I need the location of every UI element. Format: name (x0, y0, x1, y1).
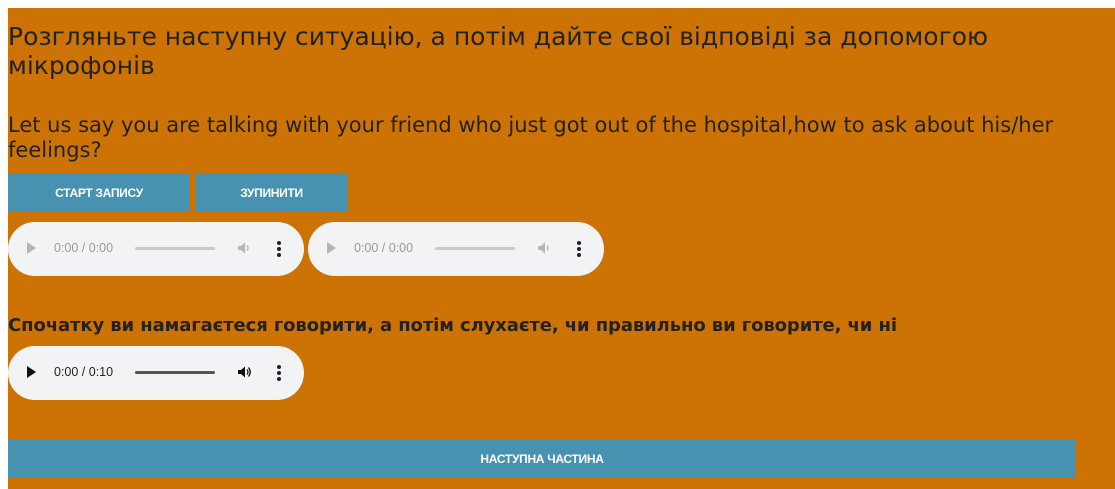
play-icon[interactable] (27, 366, 36, 378)
stop-recording-button[interactable]: ЗУПИНИТИ (195, 173, 348, 212)
audio-progress-slider[interactable] (135, 247, 215, 250)
instruction-text: Спочатку ви намагаєтеся говорити, а поті… (8, 315, 897, 336)
audio-time: 0:00 / 0:00 (54, 241, 114, 255)
situation-question: Let us say you are talking with your fri… (8, 113, 1054, 162)
audio-progress-slider[interactable] (135, 371, 215, 374)
sample-audio-player[interactable]: 0:00 / 0:10 (8, 346, 304, 400)
volume-icon[interactable] (237, 241, 251, 255)
volume-icon[interactable] (537, 241, 551, 255)
more-options-icon[interactable] (576, 241, 582, 257)
volume-icon[interactable] (237, 365, 251, 379)
audio-progress-slider[interactable] (435, 247, 515, 250)
more-options-icon[interactable] (276, 365, 282, 381)
start-recording-button[interactable]: СТАРТ ЗАПИСУ (8, 173, 190, 212)
play-icon[interactable] (27, 242, 36, 254)
play-icon[interactable] (327, 242, 336, 254)
next-part-button[interactable]: НАСТУПНА ЧАСТИНА (8, 439, 1076, 478)
audio-time: 0:00 / 0:00 (354, 241, 414, 255)
more-options-icon[interactable] (276, 241, 282, 257)
recording-audio-player-1[interactable]: 0:00 / 0:00 (8, 222, 304, 276)
exercise-panel: Розгляньте наступну ситуацію, а потім да… (8, 8, 1115, 489)
audio-time: 0:00 / 0:10 (54, 365, 114, 379)
exercise-title: Розгляньте наступну ситуацію, а потім да… (8, 22, 989, 80)
recording-audio-player-2[interactable]: 0:00 / 0:00 (308, 222, 604, 276)
